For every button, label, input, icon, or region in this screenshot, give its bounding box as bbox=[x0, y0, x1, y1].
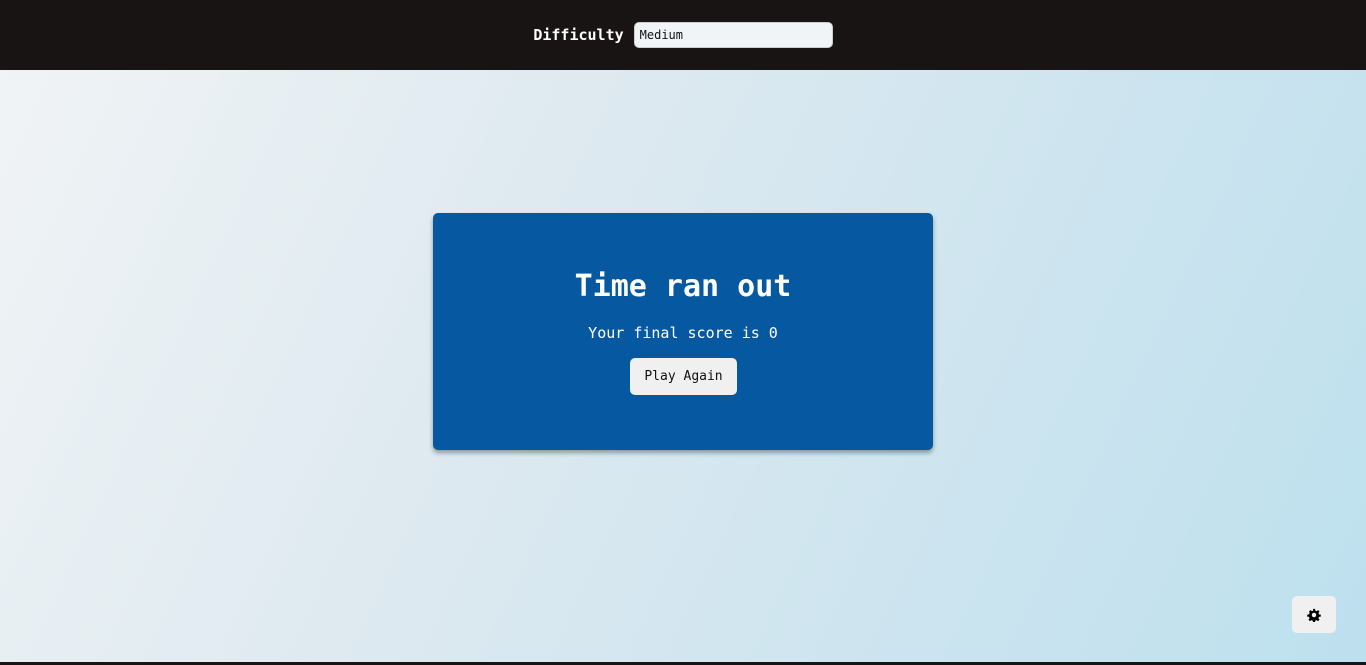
difficulty-label: Difficulty bbox=[533, 26, 624, 44]
final-score-text: Your final score is 0 bbox=[588, 324, 778, 342]
settings-button[interactable] bbox=[1292, 596, 1336, 633]
difficulty-form: Difficulty Medium bbox=[533, 22, 833, 48]
settings-bar: Difficulty Medium bbox=[0, 0, 1366, 70]
end-game-title: Time ran out bbox=[574, 269, 792, 304]
gear-icon bbox=[1307, 608, 1321, 622]
difficulty-select[interactable]: Medium bbox=[633, 22, 833, 48]
play-again-button[interactable]: Play Again bbox=[630, 358, 737, 395]
end-game-container: Time ran out Your final score is 0 Play … bbox=[433, 213, 933, 450]
